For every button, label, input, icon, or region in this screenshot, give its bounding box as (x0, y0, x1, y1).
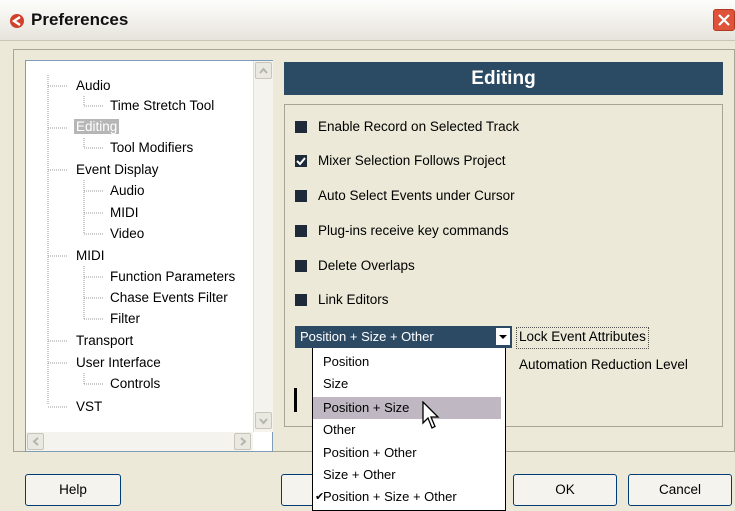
tree-item-function-parameters[interactable]: Function Parameters (110, 269, 235, 284)
scroll-down-button[interactable] (255, 412, 272, 429)
tree-item-event-audio[interactable]: Audio (110, 183, 145, 198)
option-label: Mixer Selection Follows Project (318, 153, 506, 168)
tree-horizontal-scrollbar[interactable] (26, 432, 253, 451)
checkmark-icon: ✔ (315, 491, 325, 503)
lock-event-attributes-select[interactable]: Position + Size + Other (295, 326, 512, 348)
tree-item-tool-modifiers[interactable]: Tool Modifiers (110, 140, 193, 155)
tree-item-chase-events-filter[interactable]: Chase Events Filter (110, 290, 228, 305)
tree-item-vst[interactable]: VST (76, 399, 102, 414)
scroll-left-button[interactable] (27, 433, 44, 450)
ok-button[interactable]: OK (513, 474, 617, 506)
tree-item-editing[interactable]: Editing (74, 119, 120, 134)
chevron-down-icon (259, 418, 268, 425)
option-label: Delete Overlaps (318, 258, 415, 273)
dropdown-item[interactable]: Size (313, 373, 501, 395)
tree-item-video[interactable]: Video (110, 226, 144, 241)
option-label: Enable Record on Selected Track (318, 119, 520, 134)
mouse-cursor-icon (422, 401, 440, 429)
tree-item-event-midi[interactable]: MIDI (110, 205, 139, 220)
checkbox[interactable] (295, 294, 307, 306)
dropdown-item[interactable]: Position (313, 351, 501, 373)
select-value: Position + Size + Other (300, 329, 434, 344)
dropdown-item-highlighted[interactable]: Position + Size (313, 397, 501, 419)
option-label: Plug-ins receive key commands (318, 223, 509, 238)
help-button[interactable]: Help (25, 474, 121, 506)
checkbox[interactable] (295, 155, 307, 167)
scroll-up-button[interactable] (255, 62, 272, 79)
tree-item-audio[interactable]: Audio (76, 78, 111, 93)
checkmark-icon (296, 157, 306, 166)
chevron-up-icon (259, 67, 268, 74)
checkbox[interactable] (295, 190, 307, 202)
window-title: Preferences (31, 10, 129, 29)
checkbox[interactable] (295, 225, 307, 237)
close-icon (718, 14, 730, 26)
tree-item-event-display[interactable]: Event Display (76, 162, 159, 177)
chevron-down-icon (499, 335, 507, 339)
chevron-right-icon (240, 437, 247, 446)
tree-item-transport[interactable]: Transport (76, 333, 133, 348)
dropdown-item[interactable]: Other (313, 419, 501, 441)
lock-attributes-dropdown-list[interactable]: Position Size Position + Size Other Posi… (312, 348, 506, 511)
dropdown-item-selected[interactable]: ✔ Position + Size + Other (313, 486, 501, 508)
tree-item-controls[interactable]: Controls (110, 376, 160, 391)
option-label: Auto Select Events under Cursor (318, 188, 515, 203)
cancel-button[interactable]: Cancel (628, 474, 732, 506)
tree-item-midi[interactable]: MIDI (76, 248, 105, 263)
checkbox[interactable] (295, 260, 307, 272)
checkbox[interactable] (295, 121, 307, 133)
cubase-logo-icon (10, 14, 24, 28)
scroll-right-button[interactable] (234, 433, 251, 450)
tree-item-time-stretch-tool[interactable]: Time Stretch Tool (110, 98, 214, 113)
slider-edge (294, 388, 297, 412)
close-button[interactable] (713, 9, 735, 31)
chevron-left-icon (32, 437, 39, 446)
dropdown-item[interactable]: Size + Other (313, 464, 501, 486)
lock-event-attributes-label: Lock Event Attributes (516, 327, 649, 349)
tree-vertical-scrollbar[interactable] (253, 61, 273, 432)
title-bar: Preferences (0, 0, 735, 41)
tree-item-filter[interactable]: Filter (110, 311, 140, 326)
automation-reduction-label: Automation Reduction Level (519, 357, 688, 372)
category-tree[interactable]: Audio Time Stretch Tool Editing Tool Mod… (25, 60, 273, 452)
section-heading: Editing (284, 62, 723, 95)
dropdown-item[interactable]: Position + Other (313, 442, 501, 464)
option-label: Link Editors (318, 292, 389, 307)
tree-item-user-interface[interactable]: User Interface (76, 355, 161, 370)
dropdown-arrow-button[interactable] (496, 328, 510, 345)
